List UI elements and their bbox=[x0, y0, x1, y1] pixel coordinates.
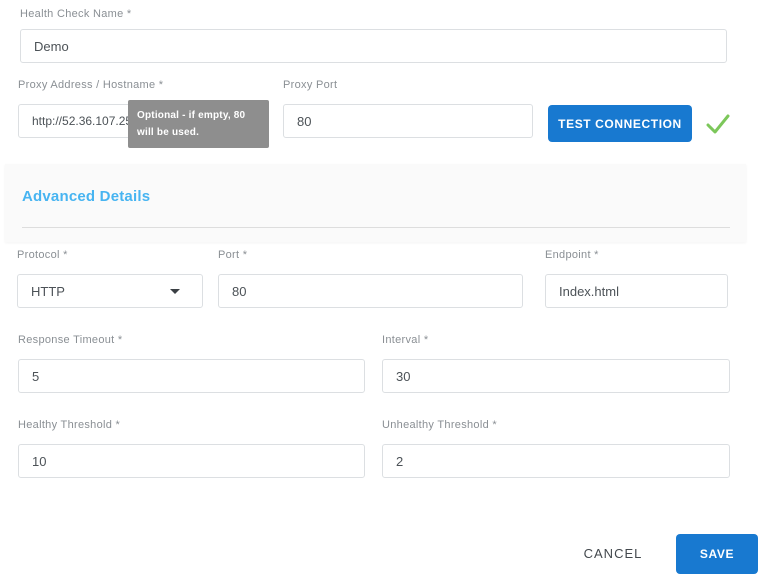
unhealthy-threshold-label: Unhealthy Threshold * bbox=[382, 419, 730, 432]
health-check-name-input[interactable] bbox=[20, 29, 727, 63]
response-timeout-label: Response Timeout * bbox=[18, 334, 365, 347]
proxy-address-label: Proxy Address / Hostname * bbox=[18, 79, 266, 92]
healthy-threshold-group: Healthy Threshold * bbox=[18, 419, 365, 478]
healthy-threshold-input[interactable] bbox=[18, 444, 365, 478]
advanced-details-title: Advanced Details bbox=[22, 188, 150, 205]
unhealthy-threshold-input[interactable] bbox=[382, 444, 730, 478]
protocol-select[interactable]: HTTP bbox=[17, 274, 203, 308]
protocol-selected-value: HTTP bbox=[31, 284, 65, 299]
endpoint-input[interactable] bbox=[545, 274, 728, 308]
protocol-group: Protocol * HTTP bbox=[17, 249, 203, 308]
save-button[interactable]: SAVE bbox=[676, 534, 758, 574]
response-timeout-group: Response Timeout * bbox=[18, 334, 365, 393]
interval-label: Interval * bbox=[382, 334, 730, 347]
connection-success-check-icon bbox=[704, 110, 732, 143]
protocol-label: Protocol * bbox=[17, 249, 203, 262]
cancel-button[interactable]: CANCEL bbox=[578, 541, 648, 565]
port-input[interactable] bbox=[218, 274, 523, 308]
health-check-form: Health Check Name * Proxy Address / Host… bbox=[0, 0, 768, 580]
proxy-port-label: Proxy Port bbox=[283, 79, 533, 92]
test-connection-button[interactable]: TEST CONNECTION bbox=[548, 105, 692, 142]
interval-group: Interval * bbox=[382, 334, 730, 393]
port-group: Port * bbox=[218, 249, 523, 308]
proxy-port-group: Proxy Port bbox=[283, 79, 533, 138]
endpoint-group: Endpoint * bbox=[545, 249, 728, 308]
endpoint-label: Endpoint * bbox=[545, 249, 728, 262]
advanced-details-section-header: Advanced Details bbox=[5, 164, 746, 242]
healthy-threshold-label: Healthy Threshold * bbox=[18, 419, 365, 432]
proxy-port-tooltip: Optional - if empty, 80 will be used. bbox=[128, 100, 269, 148]
health-check-name-label: Health Check Name * bbox=[20, 8, 727, 21]
chevron-down-icon bbox=[170, 289, 180, 294]
health-check-name-group: Health Check Name * bbox=[20, 8, 727, 63]
proxy-port-input[interactable] bbox=[283, 104, 533, 138]
advanced-details-divider bbox=[22, 227, 730, 228]
port-label: Port * bbox=[218, 249, 523, 262]
unhealthy-threshold-group: Unhealthy Threshold * bbox=[382, 419, 730, 478]
response-timeout-input[interactable] bbox=[18, 359, 365, 393]
interval-input[interactable] bbox=[382, 359, 730, 393]
